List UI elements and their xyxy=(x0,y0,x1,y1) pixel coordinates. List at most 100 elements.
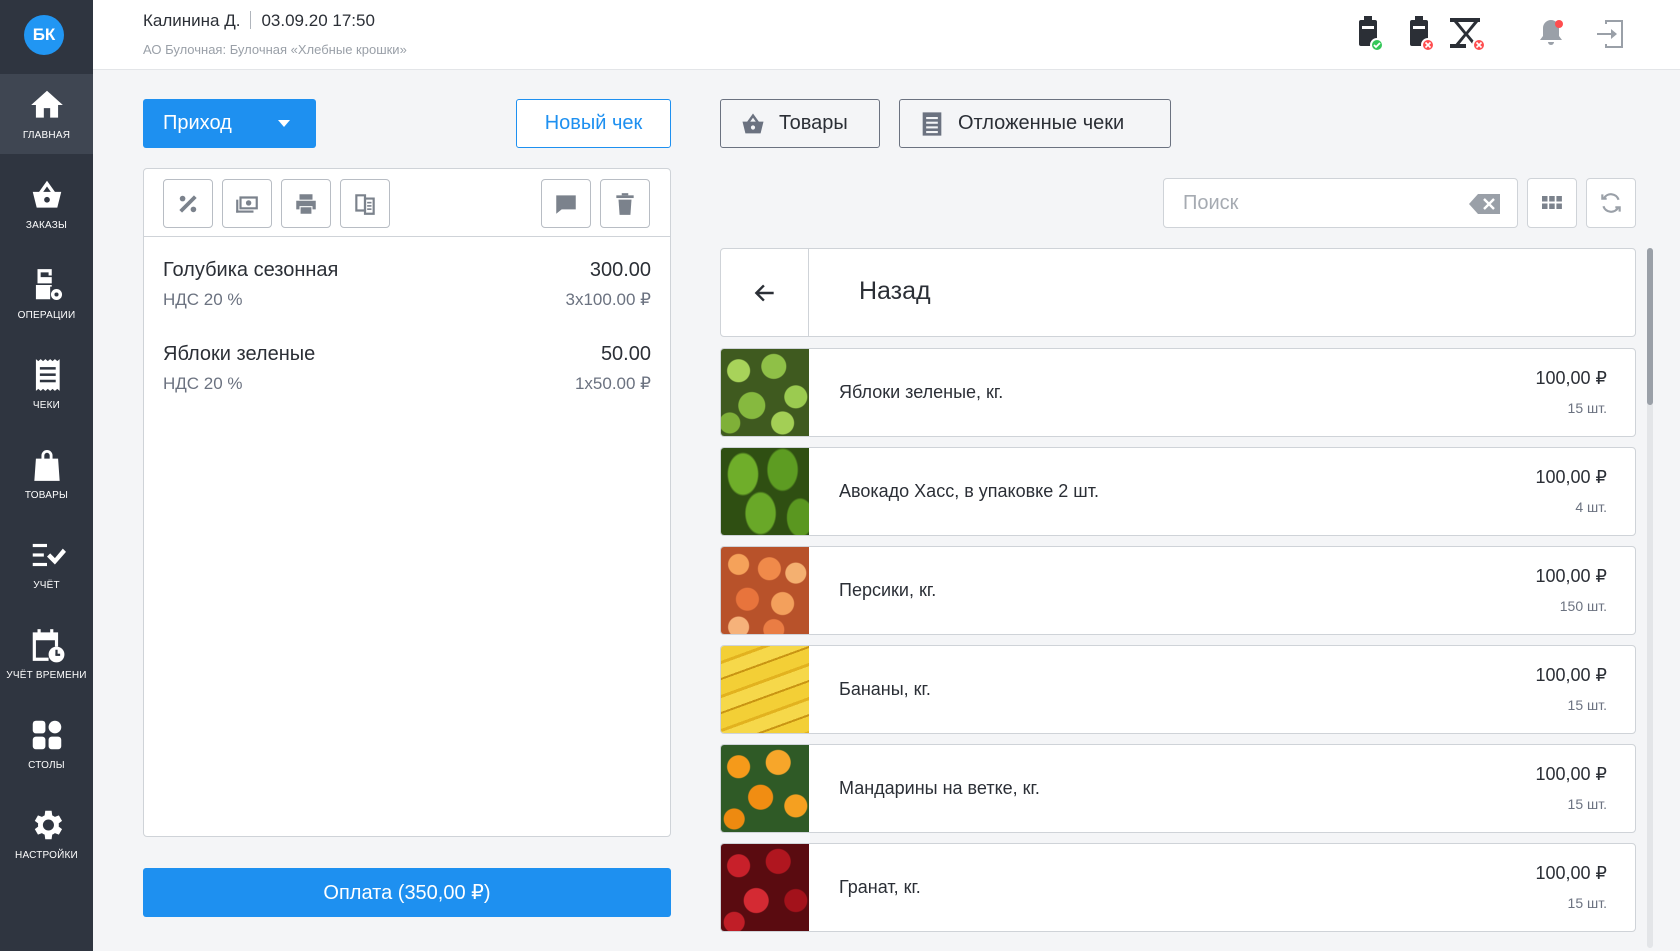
receipt-toolbar xyxy=(144,169,670,237)
product-name: Яблоки зеленые, кг. xyxy=(839,382,1004,402)
product-image xyxy=(721,844,809,931)
back-label: Назад xyxy=(859,277,931,305)
product-row[interactable]: Бананы, кг. 100,00 ₽ 15 шт. xyxy=(720,645,1636,734)
product-image xyxy=(721,745,809,832)
sidebar-item-label: УЧЁТ xyxy=(33,580,60,591)
product-row[interactable]: Мандарины на ветке, кг. 100,00 ₽ 15 шт. xyxy=(720,744,1636,833)
sidebar-item-orders[interactable]: ЗАКАЗЫ xyxy=(0,164,93,244)
receipt-item-qty: 1x50.00 ₽ xyxy=(574,374,651,393)
sidebar-item-label: СТОЛЫ xyxy=(28,760,65,771)
user-info: Калинина Д. 03.09.20 17:50 xyxy=(143,11,375,31)
sidebar-item-tables[interactable]: СТОЛЫ xyxy=(0,704,93,784)
sidebar-item-label: НАСТРОЙКИ xyxy=(15,850,78,861)
product-image xyxy=(721,448,809,535)
product-stock: 15 шт. xyxy=(1567,796,1607,812)
product-stock: 15 шт. xyxy=(1567,895,1607,911)
receipt-item-tax: НДС 20 % xyxy=(163,374,243,393)
sidebar-item-label: ОПЕРАЦИИ xyxy=(17,310,76,321)
top-bar: Калинина Д. 03.09.20 17:50 АО Булочная: Б… xyxy=(93,0,1680,70)
search-placeholder: Поиск xyxy=(1183,191,1239,214)
product-price: 100,00 ₽ xyxy=(1535,863,1607,883)
calendar-clock-icon xyxy=(32,629,64,663)
cash-button[interactable] xyxy=(222,179,272,228)
search-input[interactable]: Поиск xyxy=(1163,178,1518,228)
grid-icon xyxy=(1542,196,1562,209)
tab-deferred-receipts[interactable]: Отложенные чеки xyxy=(899,99,1171,148)
home-icon xyxy=(30,90,63,118)
operation-type-label: Приход xyxy=(163,112,232,134)
product-image xyxy=(721,646,809,733)
printer-icon xyxy=(296,193,316,214)
refresh-button[interactable] xyxy=(1586,178,1636,228)
comment-button[interactable] xyxy=(541,179,591,228)
fiscal-printer-error-icon[interactable] xyxy=(1403,14,1439,54)
chevron-down-icon xyxy=(278,120,290,127)
divider xyxy=(250,11,252,29)
logout-icon[interactable] xyxy=(1593,14,1629,54)
sidebar-item-accounting[interactable]: УЧЁТ xyxy=(0,524,93,604)
cash-icon xyxy=(236,195,258,213)
tables-grid-icon xyxy=(32,720,61,750)
product-row[interactable]: Авокадо Хасс, в упаковке 2 шт. 100,00 ₽ 4 … xyxy=(720,447,1636,536)
product-name: Авокадо Хасс, в упаковке 2 шт. xyxy=(839,481,1099,501)
sidebar-item-home[interactable]: ГЛАВНАЯ xyxy=(0,74,93,154)
product-price: 100,00 ₽ xyxy=(1535,764,1607,784)
sidebar-item-operations[interactable]: ОПЕРАЦИИ xyxy=(0,254,93,334)
back-button[interactable] xyxy=(721,249,809,336)
new-receipt-button[interactable]: Новый чек xyxy=(516,99,671,148)
sidebar-item-label: ЗАКАЗЫ xyxy=(25,220,68,231)
sidebar-item-settings[interactable]: НАСТРОЙКИ xyxy=(0,794,93,874)
back-row[interactable]: Назад xyxy=(720,248,1636,337)
receipt-item-name: Голубика сезонная xyxy=(163,259,339,281)
product-name: Гранат, кг. xyxy=(839,877,921,897)
trash-icon xyxy=(616,192,634,215)
product-row[interactable]: Гранат, кг. 100,00 ₽ 15 шт. xyxy=(720,843,1636,932)
product-name: Бананы, кг. xyxy=(839,679,931,699)
delete-button[interactable] xyxy=(600,179,650,228)
product-row[interactable]: Персики, кг. 100,00 ₽ 150 шт. xyxy=(720,546,1636,635)
operation-type-dropdown[interactable]: Приход xyxy=(143,99,316,148)
product-price: 100,00 ₽ xyxy=(1535,467,1607,487)
print-button[interactable] xyxy=(281,179,331,228)
product-stock: 150 шт. xyxy=(1559,598,1607,614)
receipt-list-icon xyxy=(922,111,942,136)
logo[interactable]: БК xyxy=(24,15,64,55)
product-stock: 4 шт. xyxy=(1575,499,1607,515)
datetime: 03.09.20 17:50 xyxy=(261,11,375,30)
sidebar-item-receipts[interactable]: ЧЕКИ xyxy=(0,344,93,424)
fiscal-printer-ok-icon[interactable] xyxy=(1352,14,1388,54)
sidebar-item-label: ТОВАРЫ xyxy=(24,490,69,501)
receipt-copy-button[interactable] xyxy=(340,179,390,228)
clear-input-icon[interactable] xyxy=(1469,193,1501,215)
sidebar-item-goods[interactable]: ТОВАРЫ xyxy=(0,434,93,514)
grid-view-button[interactable] xyxy=(1527,178,1577,228)
receipt-item-name: Яблоки зеленые xyxy=(163,343,316,365)
bell-icon[interactable] xyxy=(1533,14,1569,54)
scanner-error-icon[interactable] xyxy=(1446,14,1490,54)
checklist-icon xyxy=(32,543,66,567)
sidebar-item-time-tracking[interactable]: УЧЁТ ВРЕМЕНИ xyxy=(0,614,93,694)
scrollbar[interactable] xyxy=(1647,248,1653,948)
scrollbar-thumb[interactable] xyxy=(1647,248,1653,405)
discount-button[interactable] xyxy=(163,179,213,228)
pay-button[interactable]: Оплата (350,00 ₽) xyxy=(143,868,671,917)
receipt-item-sum: 50.00 xyxy=(600,343,651,365)
sidebar-item-label: ГЛАВНАЯ xyxy=(22,130,71,141)
product-row[interactable]: Яблоки зеленые, кг. 100,00 ₽ 15 шт. xyxy=(720,348,1636,437)
receipt-item-tax: НДС 20 % xyxy=(163,290,243,309)
comment-icon xyxy=(556,194,576,214)
receipt-icon xyxy=(35,359,60,391)
arrow-left-icon xyxy=(754,284,774,301)
organization-name: АО Булочная: Булочная «Хлебные крошки» xyxy=(143,42,407,57)
percent-icon xyxy=(179,194,197,213)
refresh-icon xyxy=(1601,193,1621,213)
product-price: 100,00 ₽ xyxy=(1535,566,1607,586)
shopping-bag-icon xyxy=(33,449,60,481)
product-image xyxy=(721,547,809,634)
product-image xyxy=(721,349,809,436)
sidebar: БК ГЛАВНАЯ ЗАКАЗЫ ОПЕРАЦИИ ЧЕКИ ТОВАРЫ У… xyxy=(0,0,93,951)
gear-icon xyxy=(34,810,62,840)
copy-receipt-icon xyxy=(355,193,375,215)
tab-goods[interactable]: Товары xyxy=(720,99,880,148)
tab-deferred-label: Отложенные чеки xyxy=(958,112,1125,134)
